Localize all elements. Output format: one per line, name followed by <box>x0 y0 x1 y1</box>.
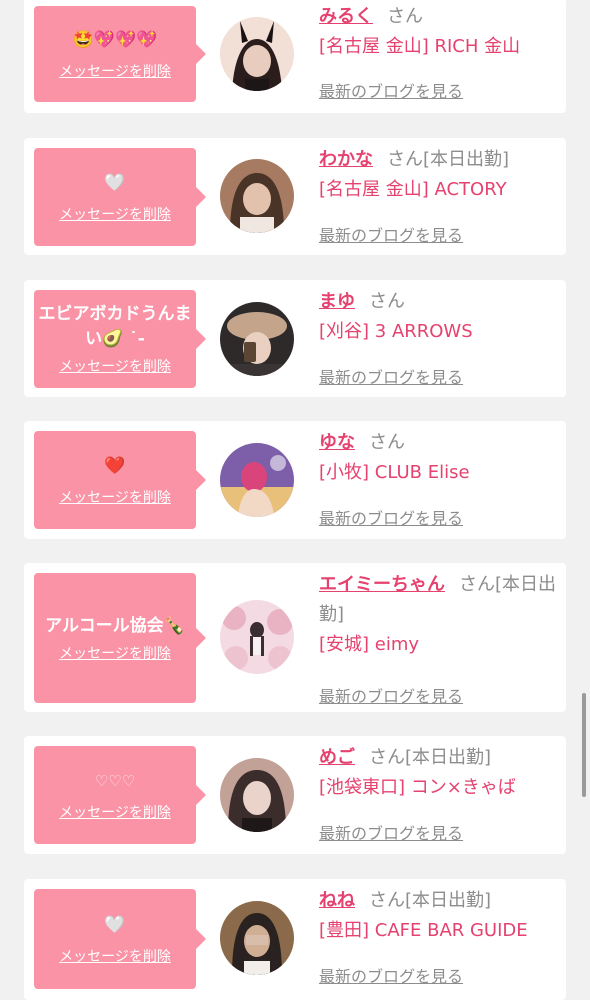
cast-name-link[interactable]: まゆ <box>319 291 355 312</box>
message-bubble: ♡♡♡ メッセージを削除 <box>34 746 206 844</box>
message-text: 🤍 <box>104 172 126 193</box>
shop-name: [小牧] CLUB Elise <box>319 462 470 483</box>
shop-name: [安城] eimy <box>319 634 420 655</box>
list-item: アルコール協会🍾 メッセージを削除 エイミーちゃん さん[本日出勤] [安城] e… <box>24 563 566 712</box>
message-text: ♡♡♡ <box>94 771 136 790</box>
avatar[interactable] <box>220 443 294 517</box>
list-item: エビアボカドうんまい🥑 ˙- メッセージを削除 まゆ さん [刈谷] 3 ARRO… <box>24 280 566 397</box>
name-suffix: さん <box>369 291 405 312</box>
girl-photo-icon <box>220 159 294 233</box>
scrollbar[interactable] <box>582 693 586 797</box>
cast-name-link[interactable]: ねね <box>319 890 355 911</box>
message-bubble: アルコール協会🍾 メッセージを削除 <box>34 573 206 703</box>
girl-photo-mask-icon <box>220 443 294 517</box>
cast-info: わかな さん[本日出勤] [名古屋 金山] ACTORY 最新のブログを見る <box>319 145 559 245</box>
message-bubble: 🤩💖💖💖 メッセージを削除 <box>34 6 206 102</box>
shop-name: [名古屋 金山] RICH 金山 <box>319 36 521 57</box>
shop-name: [豊田] CAFE BAR GUIDE <box>319 920 528 941</box>
delete-message-link[interactable]: メッセージを削除 <box>59 204 171 224</box>
avatar[interactable] <box>220 901 294 975</box>
latest-blog-link[interactable]: 最新のブログを見る <box>319 820 463 844</box>
latest-blog-link[interactable]: 最新のブログを見る <box>319 683 463 707</box>
avatar[interactable] <box>220 600 294 674</box>
message-text: アルコール協会🍾 <box>45 615 185 636</box>
avatar[interactable] <box>220 758 294 832</box>
name-suffix: さん[本日出勤] <box>369 747 492 768</box>
girl-photo-bunny-ears-icon <box>220 17 294 91</box>
cast-name-link[interactable]: エイミーちゃん <box>319 574 445 595</box>
cast-info: ねね さん[本日出勤] [豊田] CAFE BAR GUIDE 最新のブログを見る <box>319 886 559 986</box>
shop-name: [名古屋 金山] ACTORY <box>319 179 507 200</box>
cast-name-link[interactable]: わかな <box>319 149 373 170</box>
message-text: 🤩💖💖💖 <box>72 29 158 50</box>
shop-name: [刈谷] 3 ARROWS <box>319 321 473 342</box>
avatar[interactable] <box>220 159 294 233</box>
list-item: 🤍 メッセージを削除 ねね さん[本日出勤] [豊田] CAFE BAR GUID… <box>24 879 566 1000</box>
delete-message-link[interactable]: メッセージを削除 <box>59 946 171 966</box>
cast-info: ゆな さん [小牧] CLUB Elise 最新のブログを見る <box>319 428 559 528</box>
message-bubble: エビアボカドうんまい🥑 ˙- メッセージを削除 <box>34 290 206 388</box>
list-item: 🤩💖💖💖 メッセージを削除 みるく さん [名古屋 金山] RICH 金山 最新の… <box>24 0 566 113</box>
delete-message-link[interactable]: メッセージを削除 <box>59 487 171 507</box>
cast-info: まゆ さん [刈谷] 3 ARROWS 最新のブログを見る <box>319 287 559 387</box>
delete-message-link[interactable]: メッセージを削除 <box>59 643 171 663</box>
cast-info: めご さん[本日出勤] [池袋東口] コン×きゃば 最新のブログを見る <box>319 743 559 843</box>
latest-blog-link[interactable]: 最新のブログを見る <box>319 78 463 102</box>
avatar[interactable] <box>220 17 294 91</box>
shop-name: [池袋東口] コン×きゃば <box>319 777 516 798</box>
girl-photo-flowers-icon <box>220 600 294 674</box>
cast-info: みるく さん [名古屋 金山] RICH 金山 最新のブログを見る <box>319 2 559 101</box>
message-bubble: 🤍 メッセージを削除 <box>34 889 206 989</box>
latest-blog-link[interactable]: 最新のブログを見る <box>319 364 463 388</box>
name-suffix: さん <box>369 432 405 453</box>
cast-name-link[interactable]: めご <box>319 747 355 768</box>
girl-photo-hat-icon <box>220 302 294 376</box>
avatar[interactable] <box>220 302 294 376</box>
favorites-message-list: 🤩💖💖💖 メッセージを削除 みるく さん [名古屋 金山] RICH 金山 最新の… <box>0 0 590 1000</box>
name-suffix: さん[本日出勤] <box>387 149 510 170</box>
girl-photo-blurred-icon <box>220 901 294 975</box>
latest-blog-link[interactable]: 最新のブログを見る <box>319 505 463 529</box>
cast-info: エイミーちゃん さん[本日出勤] [安城] eimy 最新のブログを見る <box>319 570 559 706</box>
delete-message-link[interactable]: メッセージを削除 <box>59 356 171 376</box>
message-text: ❤️ <box>104 455 126 476</box>
cast-name-link[interactable]: みるく <box>319 6 373 27</box>
message-bubble: ❤️ メッセージを削除 <box>34 431 206 529</box>
name-suffix: さん[本日出勤] <box>369 890 492 911</box>
list-item: 🤍 メッセージを削除 わかな さん[本日出勤] [名古屋 金山] ACTORY 最… <box>24 138 566 255</box>
latest-blog-link[interactable]: 最新のブログを見る <box>319 963 463 987</box>
girl-photo-icon <box>220 758 294 832</box>
list-item: ❤️ メッセージを削除 ゆな さん [小牧] CLUB Elise 最新のブログを… <box>24 421 566 539</box>
message-bubble: 🤍 メッセージを削除 <box>34 148 206 246</box>
name-suffix: さん <box>387 6 423 27</box>
latest-blog-link[interactable]: 最新のブログを見る <box>319 222 463 246</box>
message-text: エビアボカドうんまい🥑 ˙- <box>38 304 192 349</box>
cast-name-link[interactable]: ゆな <box>319 432 355 453</box>
delete-message-link[interactable]: メッセージを削除 <box>59 61 171 81</box>
list-item: ♡♡♡ メッセージを削除 めご さん[本日出勤] [池袋東口] コン×きゃば 最新… <box>24 736 566 854</box>
message-text: 🤍 <box>104 914 126 935</box>
delete-message-link[interactable]: メッセージを削除 <box>59 802 171 822</box>
